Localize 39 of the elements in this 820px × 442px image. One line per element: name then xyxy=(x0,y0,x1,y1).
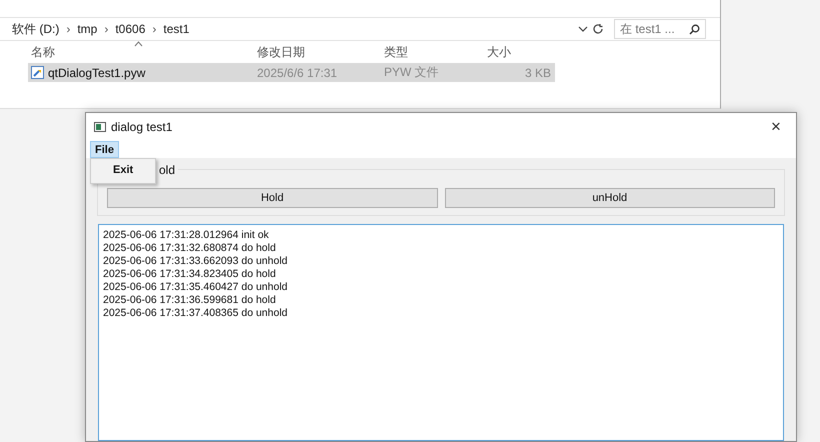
column-header[interactable]: 修改日期 xyxy=(254,41,381,63)
breadcrumb-separator: › xyxy=(104,22,108,36)
refresh-icon[interactable] xyxy=(592,23,604,35)
file-date: 2025/6/6 17:31 xyxy=(256,66,338,80)
sort-caret-icon xyxy=(134,41,144,47)
column-header[interactable]: 大小 xyxy=(484,41,554,63)
log-line: 2025-06-06 17:31:33.662093 do unhold xyxy=(103,255,288,268)
column-header[interactable]: 名称 xyxy=(28,41,254,63)
search-field[interactable]: 在 test1 ... xyxy=(614,19,706,39)
action-button[interactable]: unHold xyxy=(444,188,775,208)
file-size: 3 KB xyxy=(524,66,552,80)
menu-option[interactable]: Exit xyxy=(91,159,155,176)
breadcrumb-item[interactable]: test1 xyxy=(163,22,190,36)
log-text-area[interactable] xyxy=(98,224,784,441)
python-file-icon xyxy=(31,66,44,79)
group-title: old xyxy=(156,163,178,177)
search-icon xyxy=(689,24,700,34)
log-line: 2025-06-06 17:31:35.460427 do unhold xyxy=(103,281,288,294)
search-placeholder: 在 test1 ... xyxy=(620,20,675,38)
close-button[interactable]: × xyxy=(756,117,796,137)
log-line: 2025-06-06 17:31:32.680874 do hold xyxy=(103,242,277,255)
column-header[interactable]: 类型 xyxy=(381,41,484,63)
file-type: PYW 文件 xyxy=(383,64,440,81)
breadcrumb-item[interactable]: 软件 (D:) xyxy=(12,20,60,38)
window-title: dialog test1 xyxy=(111,120,174,134)
app-window-icon xyxy=(94,122,106,132)
file-name: qtDialogTest1.pyw xyxy=(48,66,146,80)
action-button[interactable]: Hold xyxy=(107,188,438,208)
log-line: 2025-06-06 17:31:36.599681 do hold xyxy=(103,294,277,307)
dropdown-chevron-icon[interactable] xyxy=(578,25,588,33)
breadcrumb-item[interactable]: tmp xyxy=(77,22,98,36)
breadcrumb-separator: › xyxy=(152,22,156,36)
log-line: 2025-06-06 17:31:34.823405 do hold xyxy=(103,268,277,281)
breadcrumb-separator: › xyxy=(66,22,70,36)
log-line: 2025-06-06 17:31:37.408365 do unhold xyxy=(103,307,288,320)
breadcrumb-item[interactable]: t0606 xyxy=(115,22,146,36)
menu-item[interactable]: File xyxy=(90,141,119,158)
log-line: 2025-06-06 17:31:28.012964 init ok xyxy=(103,229,270,242)
file-row[interactable]: qtDialogTest1.pyw 2025/6/6 17:31 PYW 文件 3 KB xyxy=(28,63,555,82)
